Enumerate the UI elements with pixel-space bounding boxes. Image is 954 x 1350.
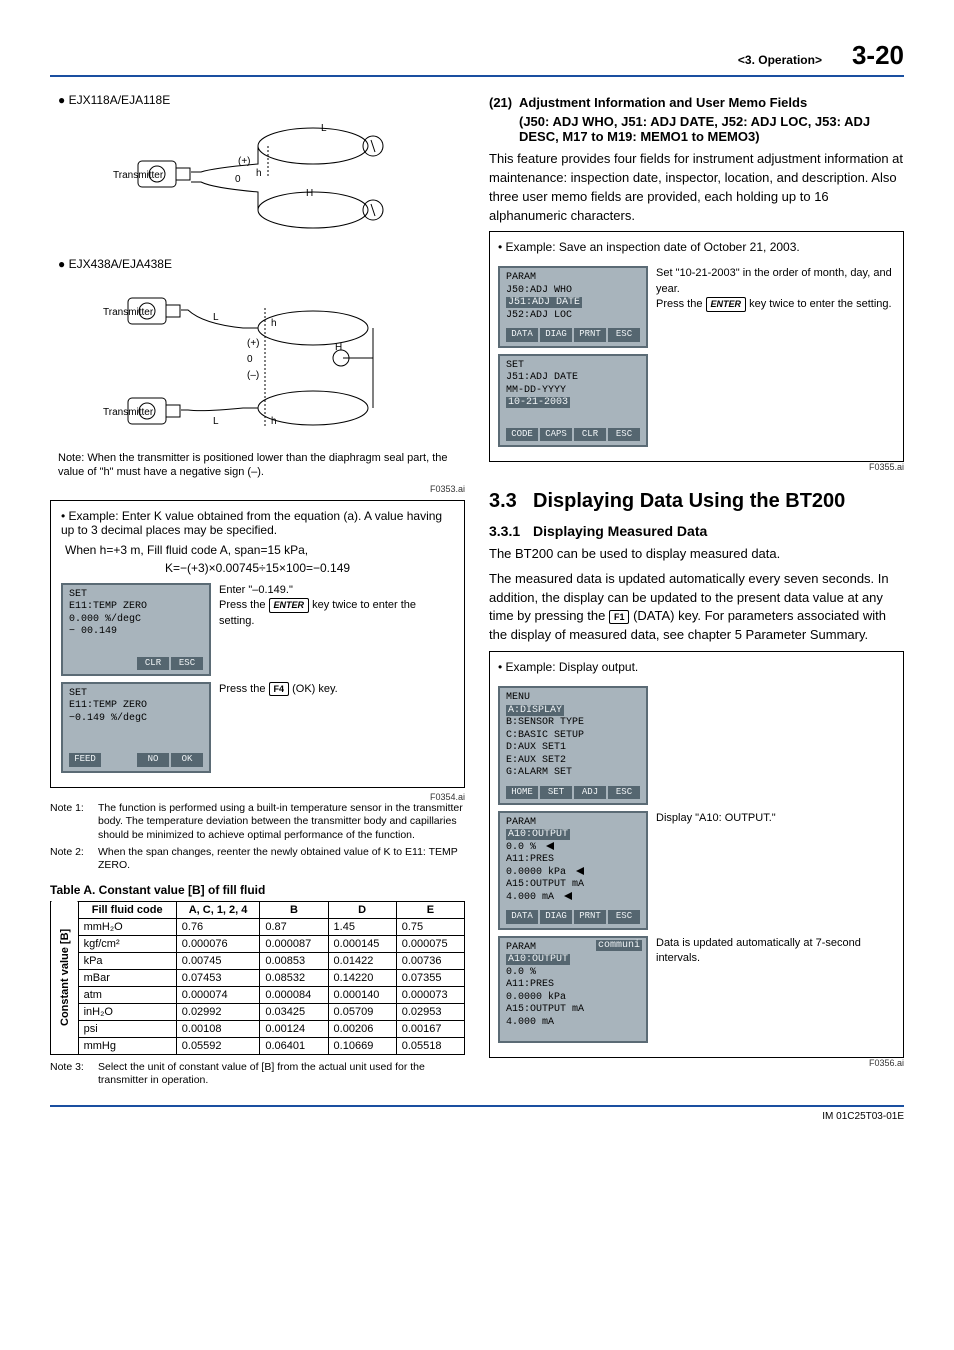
table-row: mBar0.074530.085320.142200.07355	[51, 969, 465, 986]
arrow-left-icon	[560, 892, 572, 903]
enter-key-icon: ENTER	[706, 297, 747, 312]
diagram-note: Note: When the transmitter is positioned…	[58, 451, 465, 480]
table-row: kPa0.007450.008530.014220.00736	[51, 952, 465, 969]
header-page-number: 3-20	[852, 40, 904, 71]
figure-id-4: F0356.ai	[489, 1058, 904, 1068]
note-3: Note 3:Select the unit of constant value…	[50, 1061, 465, 1088]
lcd-screen-1: SET E11:TEMP ZERO 0.000 %/degC − 00.149 …	[61, 583, 211, 676]
page-footer: IM 01C25T03-01E	[50, 1105, 904, 1122]
table-row: atm0.0000740.0000840.0001400.000073	[51, 986, 465, 1003]
constant-value-table: Constant value [B] Fill fluid code A, C,…	[50, 901, 465, 1055]
lcd-screen-a: PARAM J50:ADJ WHO J51:ADJ DATE J52:ADJ L…	[498, 266, 648, 347]
heading-3-3-1: 3.3.1 Displaying Measured Data	[489, 523, 904, 539]
figure-id-1: F0353.ai	[50, 484, 465, 494]
svg-text:L: L	[321, 123, 327, 134]
table-row: kgf/cm²0.0000760.0000870.0001450.000075	[51, 935, 465, 952]
paragraph-1: This feature provides four fields for in…	[489, 150, 904, 225]
lcd-side-d: Display "A10: OUTPUT."	[656, 811, 895, 826]
svg-text:(+): (+)	[247, 338, 260, 349]
svg-text:h: h	[271, 318, 277, 329]
svg-text:H: H	[335, 342, 342, 353]
note-list: Note 1:The function is performed using a…	[50, 802, 465, 873]
heading-3-3: 3.3 Displaying Data Using the BT200	[489, 490, 904, 513]
f1-key-icon: F1	[609, 610, 630, 625]
example-text-2: When h=+3 m, Fill fluid code A, span=15 …	[65, 543, 450, 557]
lcd-screen-c: MENU A:DISPLAY B:SENSOR TYPE C:BASIC SET…	[498, 686, 648, 805]
arrow-left-icon	[572, 867, 584, 878]
svg-text:(+): (+)	[238, 156, 251, 167]
lcd-side-1: Enter "–0.149." Press the ENTER key twic…	[219, 583, 454, 629]
table-row: psi0.001080.001240.002060.00167	[51, 1020, 465, 1037]
table-corner: Constant value [B]	[51, 901, 79, 1054]
table-row: mmH₂O0.760.871.450.75	[51, 918, 465, 935]
lcd-screen-d: PARAM A10:OUTPUT 0.0 % A11:PRES 0.0000 k…	[498, 811, 648, 930]
svg-text:L: L	[213, 416, 219, 427]
enter-key-icon: ENTER	[269, 598, 310, 613]
diagram-2: Transmitter Transmitter L L h h H (+) (–…	[50, 275, 465, 445]
model-label-2: ● EJX438A/EJA438E	[58, 257, 465, 271]
svg-text:0: 0	[247, 354, 253, 365]
paragraph-3: The measured data is updated automatical…	[489, 570, 904, 645]
lcd-side-2: Press the F4 (OK) key.	[219, 682, 454, 698]
section-21-heading: (21) Adjustment Information and User Mem…	[489, 95, 904, 144]
svg-text:h: h	[271, 416, 277, 427]
svg-text:H: H	[306, 188, 313, 199]
lcd-screen-e: communi PARAM A10:OUTPUT 0.0 % A11:PRES …	[498, 936, 648, 1044]
table-row: mmHg0.055920.064010.106690.05518	[51, 1037, 465, 1054]
lcd-screen-b: SET J51:ADJ DATE MM-DD-YYYY 10-21-2003 C…	[498, 354, 648, 447]
svg-text:(–): (–)	[247, 370, 259, 381]
lcd-screen-2: SET E11:TEMP ZERO −0.149 %/degC FEED NO …	[61, 682, 211, 773]
figure-id-2: F0354.ai	[50, 792, 465, 802]
lcd-side-e: Data is updated automatically at 7-secon…	[656, 936, 895, 967]
svg-text:Transmitter: Transmitter	[113, 170, 164, 181]
example-box-k: • Example: Enter K value obtained from t…	[50, 500, 465, 788]
header-section: <3. Operation>	[738, 53, 822, 67]
example-text-1: • Example: Enter K value obtained from t…	[61, 509, 454, 537]
svg-text:h: h	[256, 168, 262, 179]
table-title: Table A. Constant value [B] of fill flui…	[50, 883, 465, 897]
arrow-left-icon	[542, 842, 554, 853]
model-label-1: ● EJX118A/EJA118E	[58, 93, 465, 107]
page-header: <3. Operation> 3-20	[50, 40, 904, 77]
svg-text:L: L	[213, 312, 219, 323]
f4-key-icon: F4	[269, 682, 290, 697]
lcd-side-a: Set "10-21-2003" in the order of month, …	[656, 266, 895, 312]
table-row: inH₂O0.029920.034250.057090.02953	[51, 1003, 465, 1020]
example-box-date: • Example: Save an inspection date of Oc…	[489, 231, 904, 462]
svg-text:Transmitter: Transmitter	[103, 307, 154, 318]
svg-text:0: 0	[235, 174, 241, 185]
figure-id-3: F0355.ai	[489, 462, 904, 472]
diagram-1: Transmitter h L H (+) 0	[50, 111, 465, 251]
paragraph-2: The BT200 can be used to display measure…	[489, 545, 904, 564]
example-box-output: • Example: Display output. MENU A:DISPLA…	[489, 651, 904, 1058]
example-text-3: K=−(+3)×0.00745÷15×100=−0.149	[61, 561, 454, 575]
svg-text:Transmitter: Transmitter	[103, 407, 154, 418]
